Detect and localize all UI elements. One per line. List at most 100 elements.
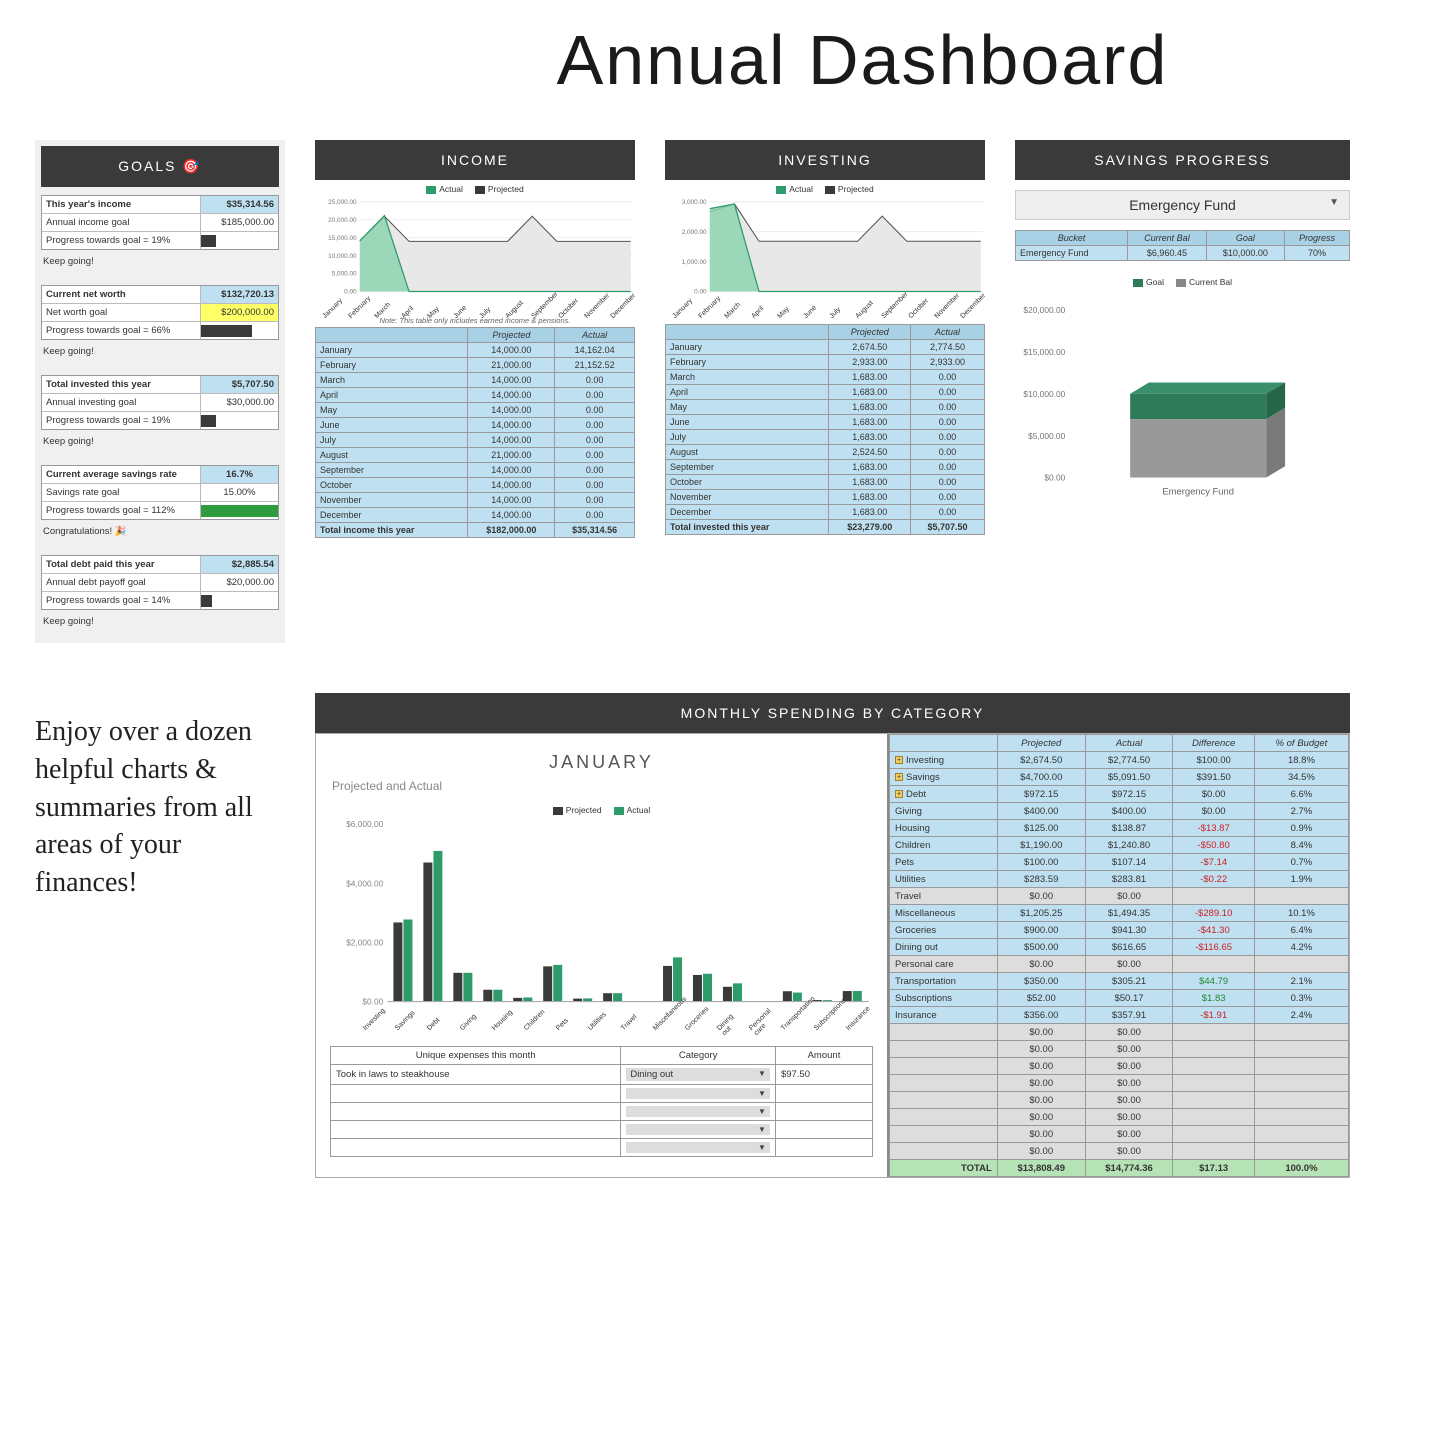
svg-text:5,000.00: 5,000.00 [332, 271, 357, 278]
svg-text:25,000.00: 25,000.00 [328, 199, 357, 206]
goal-label: Progress towards goal = 66% [42, 322, 200, 339]
unique-expenses-table: Unique expenses this monthCategoryAmount… [330, 1046, 873, 1157]
goal-value: $200,000.00 [200, 304, 278, 321]
svg-text:$5,000.00: $5,000.00 [1028, 431, 1066, 441]
expand-icon[interactable]: + [895, 756, 903, 764]
spending-month: JANUARY [330, 744, 873, 775]
unique-amount-cell[interactable] [775, 1139, 872, 1157]
goal-message: Keep going! [41, 614, 279, 637]
chevron-down-icon: ▼ [758, 1089, 766, 1098]
unique-expense-cell[interactable]: Took in laws to steakhouse [331, 1065, 621, 1085]
svg-text:$0.00: $0.00 [362, 997, 383, 1007]
category-dropdown[interactable]: ▼ [626, 1142, 770, 1153]
expand-icon[interactable]: + [895, 773, 903, 781]
goal-label: Progress towards goal = 19% [42, 232, 200, 249]
goal-label: This year's income [42, 196, 200, 213]
goal-message: Keep going! [41, 344, 279, 367]
goal-value: $35,314.56 [200, 196, 278, 213]
income-chart: 0.00 5,000.00 10,000.00 15,000.00 20,000.00 2… [315, 196, 635, 306]
progress-bar [201, 505, 278, 517]
investing-header: INVESTING [665, 140, 985, 180]
goal-label: Current net worth [42, 286, 200, 303]
income-x-ticks: JanuaryFebruaryMarchAprilMayJuneJulyAugu… [315, 307, 635, 314]
svg-text:$0.00: $0.00 [1044, 473, 1065, 483]
spending-subtitle: Projected and Actual [330, 775, 873, 801]
goal-value: $132,720.13 [200, 286, 278, 303]
unique-amount-cell[interactable] [775, 1103, 872, 1121]
svg-text:$6,000.00: $6,000.00 [346, 819, 383, 829]
goal-label: Total debt paid this year [42, 556, 200, 573]
goals-header: GOALS 🎯 [41, 146, 279, 187]
goal-label: Total invested this year [42, 376, 200, 393]
income-table: ProjectedActualJanuary14,000.0014,162.04… [315, 327, 635, 538]
svg-text:0.00: 0.00 [344, 289, 357, 296]
income-panel: INCOME Actual Projected 0.00 5,000.00 10,0… [315, 140, 635, 538]
unique-amount-cell[interactable] [775, 1121, 872, 1139]
progress-bar [201, 595, 212, 607]
savings-bucket-select[interactable]: Emergency Fund [1015, 190, 1350, 220]
progress-bar [201, 325, 252, 337]
goal-label: Savings rate goal [42, 484, 200, 501]
income-header: INCOME [315, 140, 635, 180]
income-legend: Actual Projected [315, 180, 635, 196]
chevron-down-icon: ▼ [758, 1107, 766, 1116]
page-title: Annual Dashboard [0, 0, 1445, 140]
goal-label: Annual income goal [42, 214, 200, 231]
svg-text:0.00: 0.00 [694, 289, 707, 296]
spending-header: MONTHLY SPENDING BY CATEGORY [315, 693, 1350, 733]
svg-text:3,000.00: 3,000.00 [682, 199, 707, 206]
category-dropdown[interactable]: ▼ [626, 1088, 770, 1099]
goal-value: $5,707.50 [200, 376, 278, 393]
investing-table: ProjectedActualJanuary2,674.502,774.50Fe… [665, 324, 985, 535]
savings-header: SAVINGS PROGRESS [1015, 140, 1350, 180]
goal-value: $30,000.00 [200, 394, 278, 411]
investing-panel: INVESTING Actual Projected 0.00 1,000.00 2… [665, 140, 985, 535]
goal-value: 16.7% [200, 466, 278, 483]
goal-label: Progress towards goal = 112% [42, 502, 200, 519]
expand-icon[interactable]: + [895, 790, 903, 798]
goal-label: Progress towards goal = 19% [42, 412, 200, 429]
svg-text:20,000.00: 20,000.00 [328, 217, 357, 224]
progress-bar [201, 235, 216, 247]
spending-panel: MONTHLY SPENDING BY CATEGORY JANUARY Pro… [315, 693, 1350, 1178]
svg-text:$10,000.00: $10,000.00 [1023, 389, 1065, 399]
goal-label: Net worth goal [42, 304, 200, 321]
chevron-down-icon: ▼ [758, 1069, 766, 1080]
marketing-caption: Enjoy over a dozen helpful charts & summ… [35, 673, 285, 902]
goal-value: $20,000.00 [200, 574, 278, 591]
goal-label: Progress towards goal = 14% [42, 592, 200, 609]
investing-legend: Actual Projected [665, 180, 985, 196]
goal-message: Keep going! [41, 254, 279, 277]
svg-text:10,000.00: 10,000.00 [328, 253, 357, 260]
goal-value: $2,885.54 [200, 556, 278, 573]
unique-amount-cell[interactable]: $97.50 [775, 1065, 872, 1085]
category-dropdown[interactable]: ▼ [626, 1124, 770, 1135]
unique-expense-cell[interactable] [331, 1121, 621, 1139]
svg-text:$2,000.00: $2,000.00 [346, 938, 383, 948]
svg-text:2,000.00: 2,000.00 [682, 229, 707, 236]
svg-text:$15,000.00: $15,000.00 [1023, 347, 1065, 357]
category-dropdown[interactable]: Dining out▼ [626, 1068, 770, 1081]
savings-chart: $0.00 $5,000.00 $10,000.00 $15,000.00 $20,00… [1015, 289, 1350, 509]
svg-text:$20,000.00: $20,000.00 [1023, 305, 1065, 315]
goal-message: Keep going! [41, 434, 279, 457]
progress-bar [201, 415, 216, 427]
investing-x-ticks: JanuaryFebruaryMarchAprilMayJuneJulyAugu… [665, 307, 985, 314]
spending-legend: Projected Actual [330, 801, 873, 817]
unique-expense-cell[interactable] [331, 1139, 621, 1157]
svg-text:15,000.00: 15,000.00 [328, 235, 357, 242]
unique-expense-cell[interactable] [331, 1103, 621, 1121]
svg-text:1,000.00: 1,000.00 [682, 259, 707, 266]
goal-value: $185,000.00 [200, 214, 278, 231]
savings-legend: Goal Current Bal [1015, 273, 1350, 289]
goal-message: Congratulations! 🎉 [41, 524, 279, 547]
goal-value: 15.00% [200, 484, 278, 501]
unique-expense-cell[interactable] [331, 1085, 621, 1103]
chevron-down-icon: ▼ [758, 1143, 766, 1152]
svg-text:Emergency Fund: Emergency Fund [1162, 485, 1234, 496]
spending-chart: $0.00$2,000.00$4,000.00$6,000.00 [330, 817, 873, 1017]
unique-amount-cell[interactable] [775, 1085, 872, 1103]
goal-label: Annual debt payoff goal [42, 574, 200, 591]
goal-label: Annual investing goal [42, 394, 200, 411]
category-dropdown[interactable]: ▼ [626, 1106, 770, 1117]
